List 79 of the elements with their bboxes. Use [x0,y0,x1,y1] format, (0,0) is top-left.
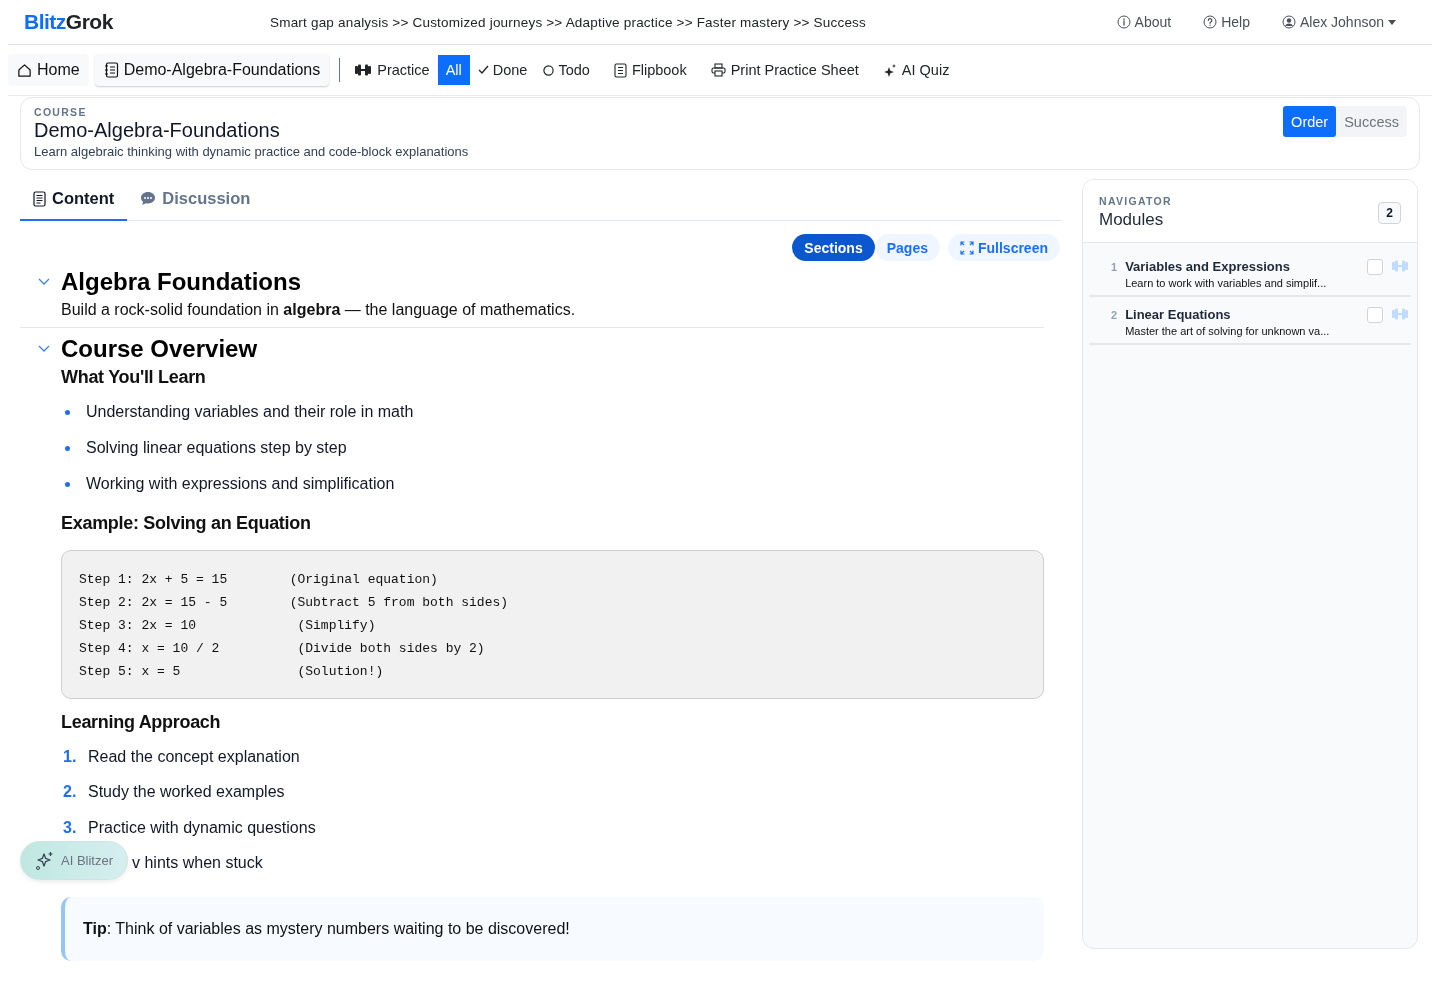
toolbar-button[interactable]: Print Practice Sheet [710,62,859,78]
nav-link[interactable]: Help [1203,14,1250,30]
checkbox[interactable] [1367,307,1383,323]
mode-toggle[interactable]: Success [1336,106,1407,137]
dumbbell-icon [1391,307,1409,321]
expand-icon [959,240,974,255]
list-item: Solving linear equations step by step [86,439,347,457]
code-block: Step 1: 2x + 5 = 15 (Original equation) Step 2: 2x = 15 - 5 (Subtract 5 from both sides) Step 3: 2x = 10 (Simplify) Step 4: x = 10 / 2 (Divide both sides by 2) Step 5: x = 5 (Solution!) [61,550,1044,699]
home-button[interactable]: Home [8,54,89,86]
tip-text: Tip: Think of variables as mystery numbers waiting to be discovered! [83,920,570,938]
tagline: Smart gap analysis >> Customized journeys >> Adaptive practice >> Faster mastery >> Success [270,14,866,30]
user-icon [1281,15,1296,29]
module-title: Linear Equations [1125,307,1232,322]
house-icon [17,62,32,78]
circle-icon [543,64,555,76]
list-item: Read the concept explanation [88,747,300,766]
chat-icon [140,191,157,206]
view-toggle[interactable]: Sections [792,234,875,261]
notebook-icon [103,62,119,78]
module-summary: Learn to work with variables and simplif... [1125,277,1328,289]
tab[interactable]: Discussion [127,178,264,221]
user-menu[interactable]: Alex Johnson [1281,14,1396,30]
view-toggle[interactable]: Pages [874,234,940,261]
list-number: 3. [62,818,78,837]
course-description: Learn algebraic thinking with dynamic practice and code-block explanations [34,144,469,159]
module-number: 1 [1111,261,1118,273]
navigator-title: Modules [1099,210,1165,230]
module-number: 2 [1111,309,1118,321]
mode-toggle[interactable]: Order [1283,106,1337,137]
tab[interactable]: Content [20,178,128,221]
bullet-icon [65,445,70,451]
dumbbell-icon [354,63,373,77]
list-item: v hints when stuck [132,854,263,873]
practice-button[interactable]: Practice [354,62,430,78]
fullscreen-button[interactable]: Fullscreen [947,234,1060,261]
toolbar-button[interactable]: AI Quiz [882,62,950,78]
check-icon [477,65,489,75]
navigator-label: NAVIGATOR [1099,195,1172,207]
list-number: 2. [62,783,78,802]
module-item[interactable]: 2 Linear Equations Master the art of solving for unknown va... [1089,297,1411,345]
module-item[interactable]: 1 Variables and Expressions Learn to work with variables and simplif... [1089,249,1411,297]
notebook-icon [613,62,627,78]
list-number: 1. [62,747,78,766]
list-item: Practice with dynamic questions [88,818,316,837]
list-item: Working with expressions and simplification [86,475,395,493]
course-label: COURSE [34,106,88,118]
list-item: Study the worked examples [88,783,285,802]
dumbbell-icon [1391,259,1409,273]
filter-button[interactable]: Todo [535,55,598,85]
count-badge: 2 [1378,201,1401,224]
toolbar-button[interactable]: Flipbook [613,62,687,78]
nav-link[interactable]: About [1116,14,1172,30]
help-icon [1203,15,1218,29]
module-summary: Master the art of solving for unknown va... [1125,325,1331,337]
chevron-icon[interactable] [38,345,50,353]
filter-button[interactable]: Done [469,55,536,85]
course-button[interactable]: Demo-Algebra-Foundations [94,54,330,86]
module-title: Variables and Expressions [1125,259,1291,274]
checkbox[interactable] [1367,259,1383,275]
assistant-button[interactable]: AI Blitzer [20,841,128,880]
filter-button[interactable]: All [437,55,470,85]
sparkle-icon [882,62,897,78]
document-icon [33,190,46,207]
subheading: Example: Solving an Equation [61,512,312,535]
sparkle-icon [35,850,55,871]
bullet-icon [65,409,70,415]
section-title: Course Overview [61,334,258,364]
list-item: Understanding variables and their role in math [86,403,414,421]
section-title: Algebra Foundations [61,267,301,297]
bullet-icon [65,481,70,487]
section-intro: Build a rock-solid foundation in algebra — the language of mathematics. [61,301,577,319]
subheading: Learning Approach [61,711,222,734]
chevron-icon[interactable] [38,278,50,286]
course-title: Demo-Algebra-Foundations [34,118,281,142]
info-icon [1116,15,1131,29]
printer-icon [710,63,726,77]
caret-icon [1388,19,1396,25]
brand-logo[interactable]: BlitzGrok [24,10,270,34]
subheading: What You'll Learn [61,366,207,389]
